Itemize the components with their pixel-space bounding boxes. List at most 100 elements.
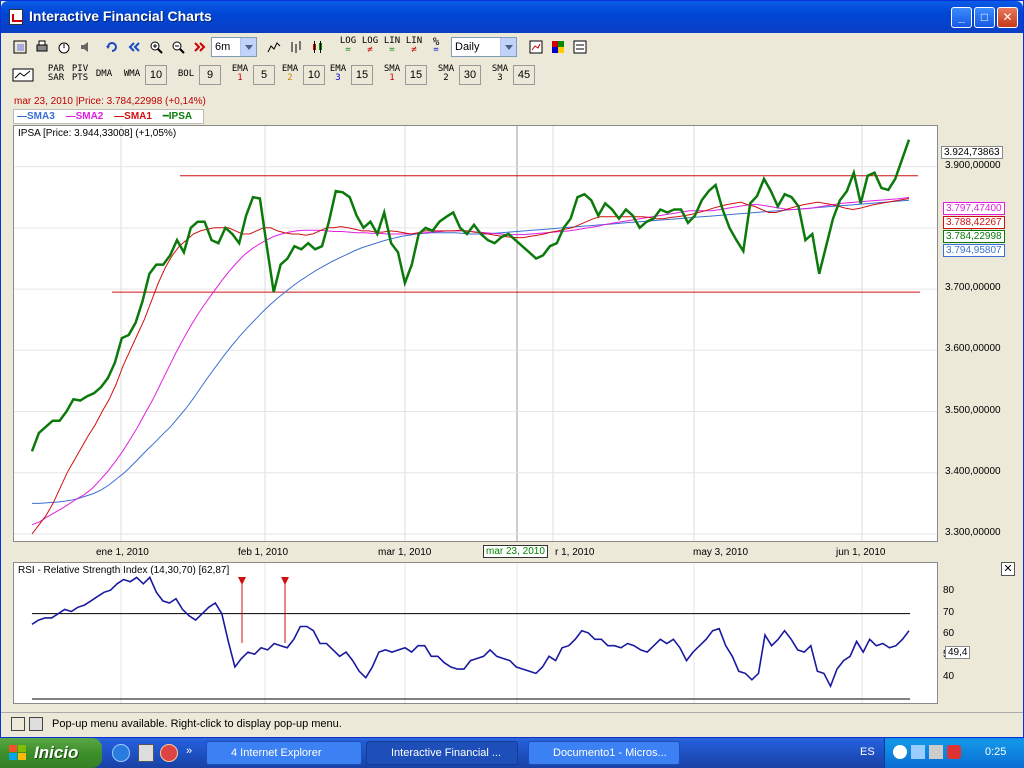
bar-chart-icon[interactable] — [285, 36, 307, 58]
task-label: Documento1 - Micros... — [553, 747, 667, 759]
log-scale-button[interactable]: LOG = — [337, 37, 359, 55]
ema3-period-field[interactable]: 15 — [351, 65, 373, 85]
security-icon[interactable] — [947, 745, 961, 759]
dma-button[interactable]: DMA — [93, 70, 115, 79]
print-icon[interactable] — [29, 717, 43, 731]
y-tick-label: 3.700,00000 — [945, 282, 1001, 294]
new-chart-icon[interactable] — [9, 36, 31, 58]
rsi-line — [31, 576, 910, 689]
window-title: Interactive Financial Charts — [29, 8, 212, 24]
chart-settings-icon[interactable] — [525, 36, 547, 58]
taskbar: Inicio » 4 Internet Explorer Interactive… — [0, 738, 1024, 768]
pivot-points-button[interactable]: PIV PTS — [69, 65, 91, 83]
sma3-price-tag: 3.794,95807 — [943, 244, 1005, 257]
task-interactive-financial[interactable]: Interactive Financial ... — [366, 741, 518, 765]
rsi-value-tag: 49,4 — [945, 646, 971, 659]
sma3-period-field[interactable]: 45 — [513, 65, 535, 85]
media-player-icon[interactable] — [160, 744, 178, 762]
task-label: Interactive Financial ... — [391, 747, 502, 759]
quick-launch-icon[interactable] — [138, 744, 154, 762]
period-select[interactable]: 6m — [211, 37, 257, 57]
rsi-y-tick-label: 70 — [943, 606, 955, 618]
color-palette-icon[interactable] — [547, 36, 569, 58]
sma2-period-field[interactable]: 30 — [459, 65, 481, 85]
legend-item-sma1: —SMA1 — [114, 111, 152, 122]
chevron-down-icon — [500, 38, 516, 56]
close-button[interactable]: ✕ — [997, 7, 1018, 28]
internet-explorer-icon[interactable] — [112, 744, 130, 762]
task-documento1[interactable]: Documento1 - Micros... — [528, 741, 680, 765]
series-ipsa-line — [30, 139, 911, 452]
language-indicator[interactable]: ES — [860, 746, 875, 758]
start-button[interactable]: Inicio — [0, 738, 102, 768]
minimize-button[interactable]: _ — [951, 7, 972, 28]
print-icon[interactable] — [31, 36, 53, 58]
zoom-out-icon[interactable] — [167, 36, 189, 58]
par-sar-button[interactable]: PAR SAR — [45, 65, 67, 83]
series-sma3-line — [32, 199, 910, 504]
bollinger-period-field[interactable]: 9 — [199, 65, 221, 85]
ema2-button[interactable]: EMA 2 — [279, 65, 301, 83]
signal-marker-icon — [238, 577, 246, 585]
refresh-icon[interactable] — [101, 36, 123, 58]
clock[interactable]: 0:25 — [985, 746, 1006, 758]
signal-marker-icon — [281, 577, 289, 585]
price-chart[interactable] — [14, 126, 937, 541]
line-chart-icon[interactable] — [263, 36, 285, 58]
fast-forward-icon[interactable] — [189, 36, 211, 58]
task-internet-explorer[interactable]: 4 Internet Explorer — [206, 741, 362, 765]
sma2-price-tag: 3.797,47400 — [943, 202, 1005, 215]
log-scale-diff-button[interactable]: LOG ≠ — [359, 37, 381, 55]
indicator-panel-icon[interactable] — [569, 36, 591, 58]
y-tick-label: 3.400,00000 — [945, 465, 1001, 477]
timer-icon[interactable] — [53, 36, 75, 58]
price-chart-panel[interactable]: IPSA [Price: 3.944,33008] (+1,05%) — [13, 125, 938, 542]
cursor-price-status: mar 23, 2010 |Price: 3.784,22998 (+0,14%… — [14, 96, 206, 107]
expand-icon[interactable] — [11, 717, 25, 731]
sma3-button[interactable]: SMA 3 — [489, 65, 511, 83]
linear-scale-button[interactable]: LIN = — [381, 37, 403, 55]
x-tick-label: feb 1, 2010 — [238, 547, 289, 558]
sma2-button[interactable]: SMA 2 — [435, 65, 457, 83]
ema3-button[interactable]: EMA 3 — [327, 65, 349, 83]
wma-period-field[interactable]: 10 — [145, 65, 167, 85]
y-tick-label: 3.500,00000 — [945, 404, 1001, 416]
maximize-button[interactable]: □ — [974, 7, 995, 28]
y-tick-label: 3.600,00000 — [945, 343, 1001, 355]
sma1-price-tag: 3.788,42267 — [943, 216, 1005, 229]
rewind-icon[interactable] — [123, 36, 145, 58]
interval-select[interactable]: Daily — [451, 37, 517, 57]
rsi-y-tick-label: 60 — [943, 628, 955, 639]
zoom-in-icon[interactable] — [145, 36, 167, 58]
network-icon[interactable] — [911, 745, 925, 759]
ema1-button[interactable]: EMA 1 — [229, 65, 251, 83]
main-toolbar: 6m LOG = LOG ≠ LIN = LIN ≠ % = Daily — [5, 34, 1019, 60]
rsi-chart[interactable] — [14, 563, 937, 703]
volume-icon[interactable] — [929, 745, 943, 759]
title-bar[interactable]: Interactive Financial Charts _ □ ✕ — [1, 1, 1023, 33]
indicator-toolbar: PAR SAR PIV PTS DMA WMA 10 BOL 9 EMA 1 5 EM… — [5, 62, 1019, 88]
linear-scale-diff-button[interactable]: LIN ≠ — [403, 37, 425, 55]
candlestick-icon[interactable] — [307, 36, 329, 58]
quick-launch-expand-icon[interactable]: » — [186, 745, 192, 757]
rsi-chart-label: RSI - Relative Strength Index (14,30,70)… — [18, 565, 230, 576]
sound-icon[interactable] — [75, 36, 97, 58]
wma-button[interactable]: WMA — [121, 70, 143, 79]
tray-chevron-icon[interactable] — [893, 745, 907, 759]
percent-button[interactable]: % = — [425, 36, 447, 55]
start-label: Inicio — [34, 743, 79, 762]
top-price-tag: 3.924,73863 — [941, 146, 1003, 159]
bollinger-button[interactable]: BOL — [175, 70, 197, 79]
ema1-period-field[interactable]: 5 — [253, 65, 275, 85]
drawing-tool-icon[interactable] — [9, 64, 37, 86]
rsi-chart-panel[interactable]: RSI - Relative Strength Index (14,30,70)… — [13, 562, 938, 704]
close-rsi-panel-icon[interactable]: ✕ — [1001, 562, 1015, 576]
app-icon — [9, 9, 23, 25]
x-tick-label: mar 1, 2010 — [378, 547, 432, 558]
cursor-date-tag: mar 23, 2010 — [483, 545, 548, 558]
ema2-period-field[interactable]: 10 — [303, 65, 325, 85]
series-sma2-line — [31, 196, 910, 526]
sma1-period-field[interactable]: 15 — [405, 65, 427, 85]
sma1-button[interactable]: SMA 1 — [381, 65, 403, 83]
y-tick-label: 3.300,00000 — [945, 527, 1001, 538]
